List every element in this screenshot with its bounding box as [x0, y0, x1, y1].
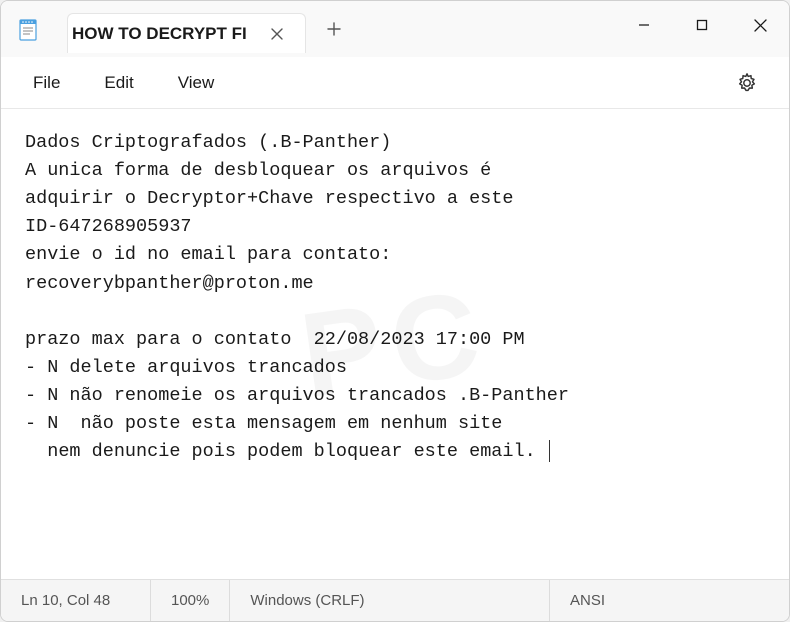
- gear-icon: [736, 72, 758, 94]
- close-tab-button[interactable]: [265, 22, 289, 46]
- status-encoding: ANSI: [550, 580, 789, 621]
- status-zoom[interactable]: 100%: [151, 580, 230, 621]
- settings-button[interactable]: [725, 61, 769, 105]
- minimize-button[interactable]: [615, 1, 673, 49]
- menu-view[interactable]: View: [156, 65, 237, 101]
- status-position: Ln 10, Col 48: [1, 580, 151, 621]
- window-controls: [615, 1, 789, 57]
- new-tab-button[interactable]: [312, 9, 356, 49]
- tab-active[interactable]: HOW TO DECRYPT FI: [67, 13, 306, 53]
- menu-edit[interactable]: Edit: [82, 65, 155, 101]
- maximize-button[interactable]: [673, 1, 731, 49]
- statusbar: Ln 10, Col 48 100% Windows (CRLF) ANSI: [1, 579, 789, 621]
- notepad-icon: [17, 16, 39, 42]
- close-window-button[interactable]: [731, 1, 789, 49]
- titlebar: HOW TO DECRYPT FI: [1, 1, 789, 57]
- tab-title: HOW TO DECRYPT FI: [72, 24, 247, 44]
- text-cursor: [549, 440, 550, 462]
- menu-file[interactable]: File: [11, 65, 82, 101]
- status-line-ending: Windows (CRLF): [230, 580, 550, 621]
- notepad-window: HOW TO DECRYPT FI File Edit View: [0, 0, 790, 622]
- menubar: File Edit View: [1, 57, 789, 109]
- document-content: Dados Criptografados (.B-Panther) A unic…: [25, 132, 569, 462]
- text-editor[interactable]: Dados Criptografados (.B-Panther) A unic…: [1, 109, 789, 579]
